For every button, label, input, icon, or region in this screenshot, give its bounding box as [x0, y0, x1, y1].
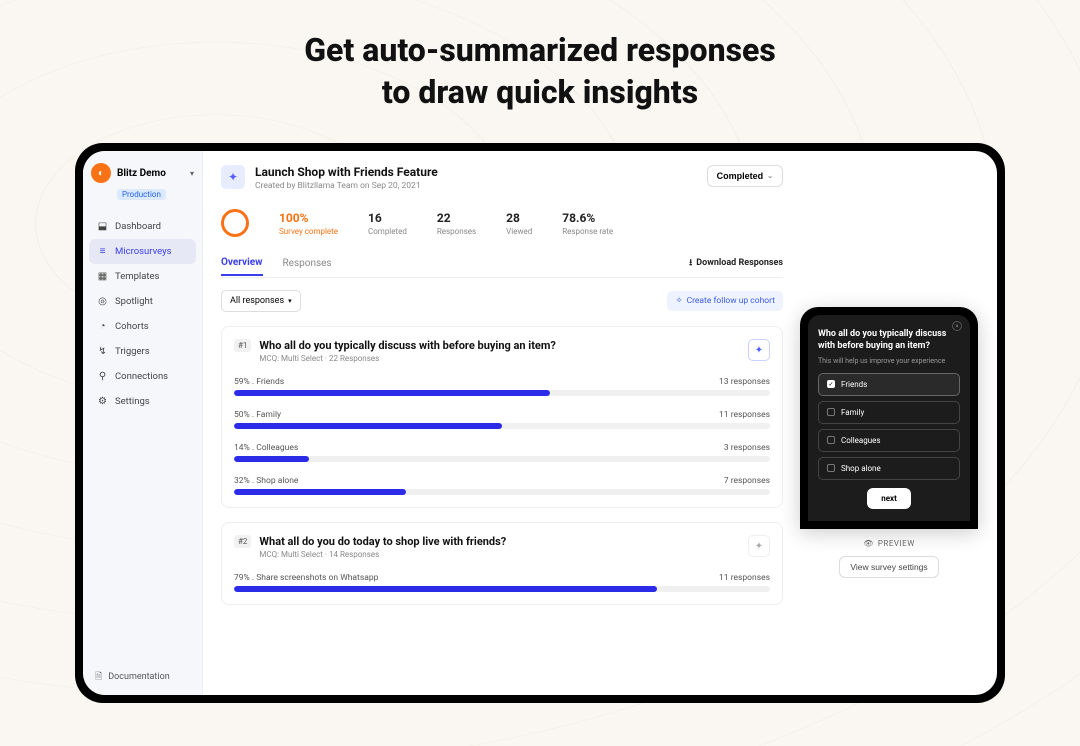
- sparkle-icon: ✧: [675, 296, 682, 306]
- sidebar-item-settings[interactable]: ⚙Settings: [89, 389, 196, 414]
- chevron-down-icon: ▾: [190, 169, 194, 178]
- phone-option[interactable]: Shop alone: [818, 457, 960, 480]
- question-card-2: #2 What all do you do today to shop live…: [221, 522, 783, 605]
- question-card-1: #1 Who all do you typically discuss with…: [221, 326, 783, 508]
- phone-hint: This will help us improve your experienc…: [818, 357, 960, 365]
- hero-title: Get auto-summarized responses to draw qu…: [0, 0, 1080, 113]
- workspace-switcher[interactable]: ◐ Blitz Demo ▾: [83, 151, 202, 189]
- chart-icon: ⬓: [97, 221, 108, 232]
- tab-overview[interactable]: Overview: [221, 257, 263, 276]
- question-title: What all do you do today to shop live wi…: [259, 535, 740, 548]
- bar-track: [234, 423, 770, 429]
- progress-ring-icon: [221, 209, 249, 237]
- view-settings-button[interactable]: View survey settings: [839, 556, 938, 578]
- env-badge: Production: [117, 189, 166, 200]
- survey-title: Launch Shop with Friends Feature: [255, 165, 438, 179]
- main-content: ✦ Launch Shop with Friends Feature Creat…: [203, 151, 997, 695]
- response-bar-row: 32% . Shop alone 7 responses: [234, 476, 770, 495]
- download-icon: ⭳: [689, 255, 692, 271]
- response-bar-row: 14% . Colleagues 3 responses: [234, 443, 770, 462]
- pin-button[interactable]: ✦: [748, 535, 770, 557]
- list-icon: ≡: [97, 246, 108, 257]
- checkbox-icon: [827, 464, 835, 472]
- survey-type-icon: ✦: [221, 165, 245, 189]
- chevron-down-icon: ⌄: [767, 172, 773, 180]
- phone-option[interactable]: ✓Friends: [818, 373, 960, 396]
- eye-icon: 👁: [863, 539, 874, 548]
- pin-button[interactable]: ✦: [748, 339, 770, 361]
- plug-icon: ⚲: [97, 371, 108, 382]
- stats-row: 100% Survey complete 16 Completed 22 Res…: [221, 209, 783, 237]
- phone-question: Who all do you typically discuss with be…: [818, 329, 960, 352]
- sidebar-item-cohorts[interactable]: ◔Cohorts: [89, 314, 196, 339]
- bar-count: 11 responses: [719, 573, 770, 583]
- question-subtitle: MCQ: Multi Select · 22 Responses: [259, 354, 740, 363]
- bar-track: [234, 390, 770, 396]
- bar-count: 7 responses: [724, 476, 770, 486]
- responses-filter-dropdown[interactable]: All responses ▾: [221, 290, 301, 312]
- sidebar-nav: ⬓Dashboard ≡Microsurveys ▦Templates ◎Spo…: [83, 208, 202, 659]
- bar-track: [234, 489, 770, 495]
- bar-count: 3 responses: [724, 443, 770, 453]
- workspace-name: Blitz Demo: [117, 168, 166, 179]
- gear-icon: ⚙: [97, 396, 108, 407]
- phone-option[interactable]: Colleagues: [818, 429, 960, 452]
- bar-count: 13 responses: [719, 377, 770, 387]
- sidebar-item-dashboard[interactable]: ⬓Dashboard: [89, 214, 196, 239]
- target-icon: ◎: [97, 296, 108, 307]
- stat-rate: 78.6%: [562, 211, 613, 225]
- question-number: #2: [234, 535, 251, 548]
- users-icon: ◔: [97, 321, 108, 332]
- status-dropdown[interactable]: Completed ⌄: [707, 165, 783, 187]
- sidebar: ◐ Blitz Demo ▾ Production ⬓Dashboard ≡Mi…: [83, 151, 203, 695]
- download-responses-button[interactable]: ⭳ Download Responses: [689, 255, 783, 277]
- pin-icon: ✦: [755, 345, 763, 356]
- checkbox-icon: [827, 408, 835, 416]
- bar-track: [234, 586, 770, 592]
- checkbox-icon: ✓: [827, 380, 835, 388]
- response-bar-row: 50% . Family 11 responses: [234, 410, 770, 429]
- stat-percent: 100%: [279, 211, 338, 225]
- question-number: #1: [234, 339, 251, 352]
- bar-label: 59% . Friends: [234, 377, 284, 387]
- sidebar-item-spotlight[interactable]: ◎Spotlight: [89, 289, 196, 314]
- workspace-logo-icon: ◐: [91, 163, 111, 183]
- response-bar-row: 79% . Share screenshots on Whatsapp 11 re…: [234, 573, 770, 592]
- chevron-down-icon: ▾: [288, 297, 292, 305]
- close-icon[interactable]: ×: [952, 321, 962, 331]
- next-button[interactable]: next: [867, 488, 911, 509]
- question-subtitle: MCQ: Multi Select · 14 Responses: [259, 550, 740, 559]
- create-cohort-button[interactable]: ✧ Create follow up cohort: [667, 291, 783, 311]
- phone-option[interactable]: Family: [818, 401, 960, 424]
- device-frame: ◐ Blitz Demo ▾ Production ⬓Dashboard ≡Mi…: [75, 143, 1005, 703]
- phone-preview: × Who all do you typically discuss with …: [800, 307, 978, 528]
- bolt-icon: ↯: [97, 346, 108, 357]
- stat-viewed: 28: [506, 211, 532, 225]
- preview-label: 👁 PREVIEW: [863, 539, 915, 548]
- bar-track: [234, 456, 770, 462]
- response-bar-row: 59% . Friends 13 responses: [234, 377, 770, 396]
- checkbox-icon: [827, 436, 835, 444]
- bar-label: 14% . Colleagues: [234, 443, 298, 453]
- sidebar-item-connections[interactable]: ⚲Connections: [89, 364, 196, 389]
- doc-icon: 🗎: [95, 669, 102, 685]
- question-title: Who all do you typically discuss with be…: [259, 339, 740, 352]
- pin-icon: ✦: [755, 541, 763, 552]
- stat-responses: 22: [437, 211, 476, 225]
- sidebar-item-templates[interactable]: ▦Templates: [89, 264, 196, 289]
- documentation-link[interactable]: 🗎Documentation: [83, 659, 202, 695]
- bar-label: 50% . Family: [234, 410, 281, 420]
- tab-responses[interactable]: Responses: [283, 258, 332, 275]
- bar-count: 11 responses: [719, 410, 770, 420]
- sidebar-item-microsurveys[interactable]: ≡Microsurveys: [89, 239, 196, 264]
- bar-label: 32% . Shop alone: [234, 476, 298, 486]
- bar-label: 79% . Share screenshots on Whatsapp: [234, 573, 378, 583]
- stat-completed: 16: [368, 211, 407, 225]
- template-icon: ▦: [97, 271, 108, 282]
- preview-panel: × Who all do you typically discuss with …: [799, 307, 979, 681]
- sidebar-item-triggers[interactable]: ↯Triggers: [89, 339, 196, 364]
- survey-meta: Created by Blitzllama Team on Sep 20, 20…: [255, 181, 438, 191]
